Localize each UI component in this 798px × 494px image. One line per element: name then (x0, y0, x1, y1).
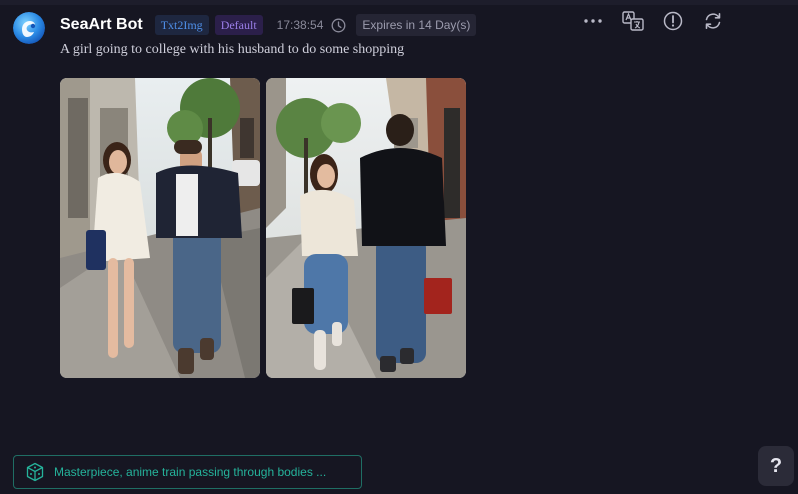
help-button[interactable]: ? (758, 446, 794, 486)
prompt-text: A girl going to college with his husband… (60, 42, 405, 57)
dice-icon (26, 462, 44, 482)
model-tag[interactable]: Default (214, 15, 263, 35)
message-toolbar (582, 10, 724, 32)
regenerate-icon[interactable] (702, 10, 724, 32)
seaart-logo-icon (13, 12, 45, 44)
mode-tag[interactable]: Txt2Img (154, 15, 209, 35)
couple-photo-2 (266, 78, 466, 378)
couple-photo-1 (60, 78, 260, 378)
generated-image-1[interactable] (60, 78, 260, 378)
suggested-prompt-text: Masterpiece, anime train passing through… (54, 465, 327, 479)
message-time: 17:38:54 (276, 18, 324, 32)
more-icon[interactable] (582, 10, 604, 32)
suggested-prompt-button[interactable]: Masterpiece, anime train passing through… (13, 455, 362, 489)
generated-image-2[interactable] (266, 78, 466, 378)
clock-icon (331, 18, 346, 33)
message-header: SeaArt Bot Txt2Img Default 17:38:54 Expi… (60, 13, 477, 37)
translate-icon[interactable] (622, 10, 644, 32)
bot-avatar[interactable] (13, 12, 45, 44)
bot-name[interactable]: SeaArt Bot (60, 16, 143, 34)
expiry-badge: Expires in 14 Day(s) (356, 14, 477, 36)
report-icon[interactable] (662, 10, 684, 32)
top-divider (0, 0, 798, 5)
